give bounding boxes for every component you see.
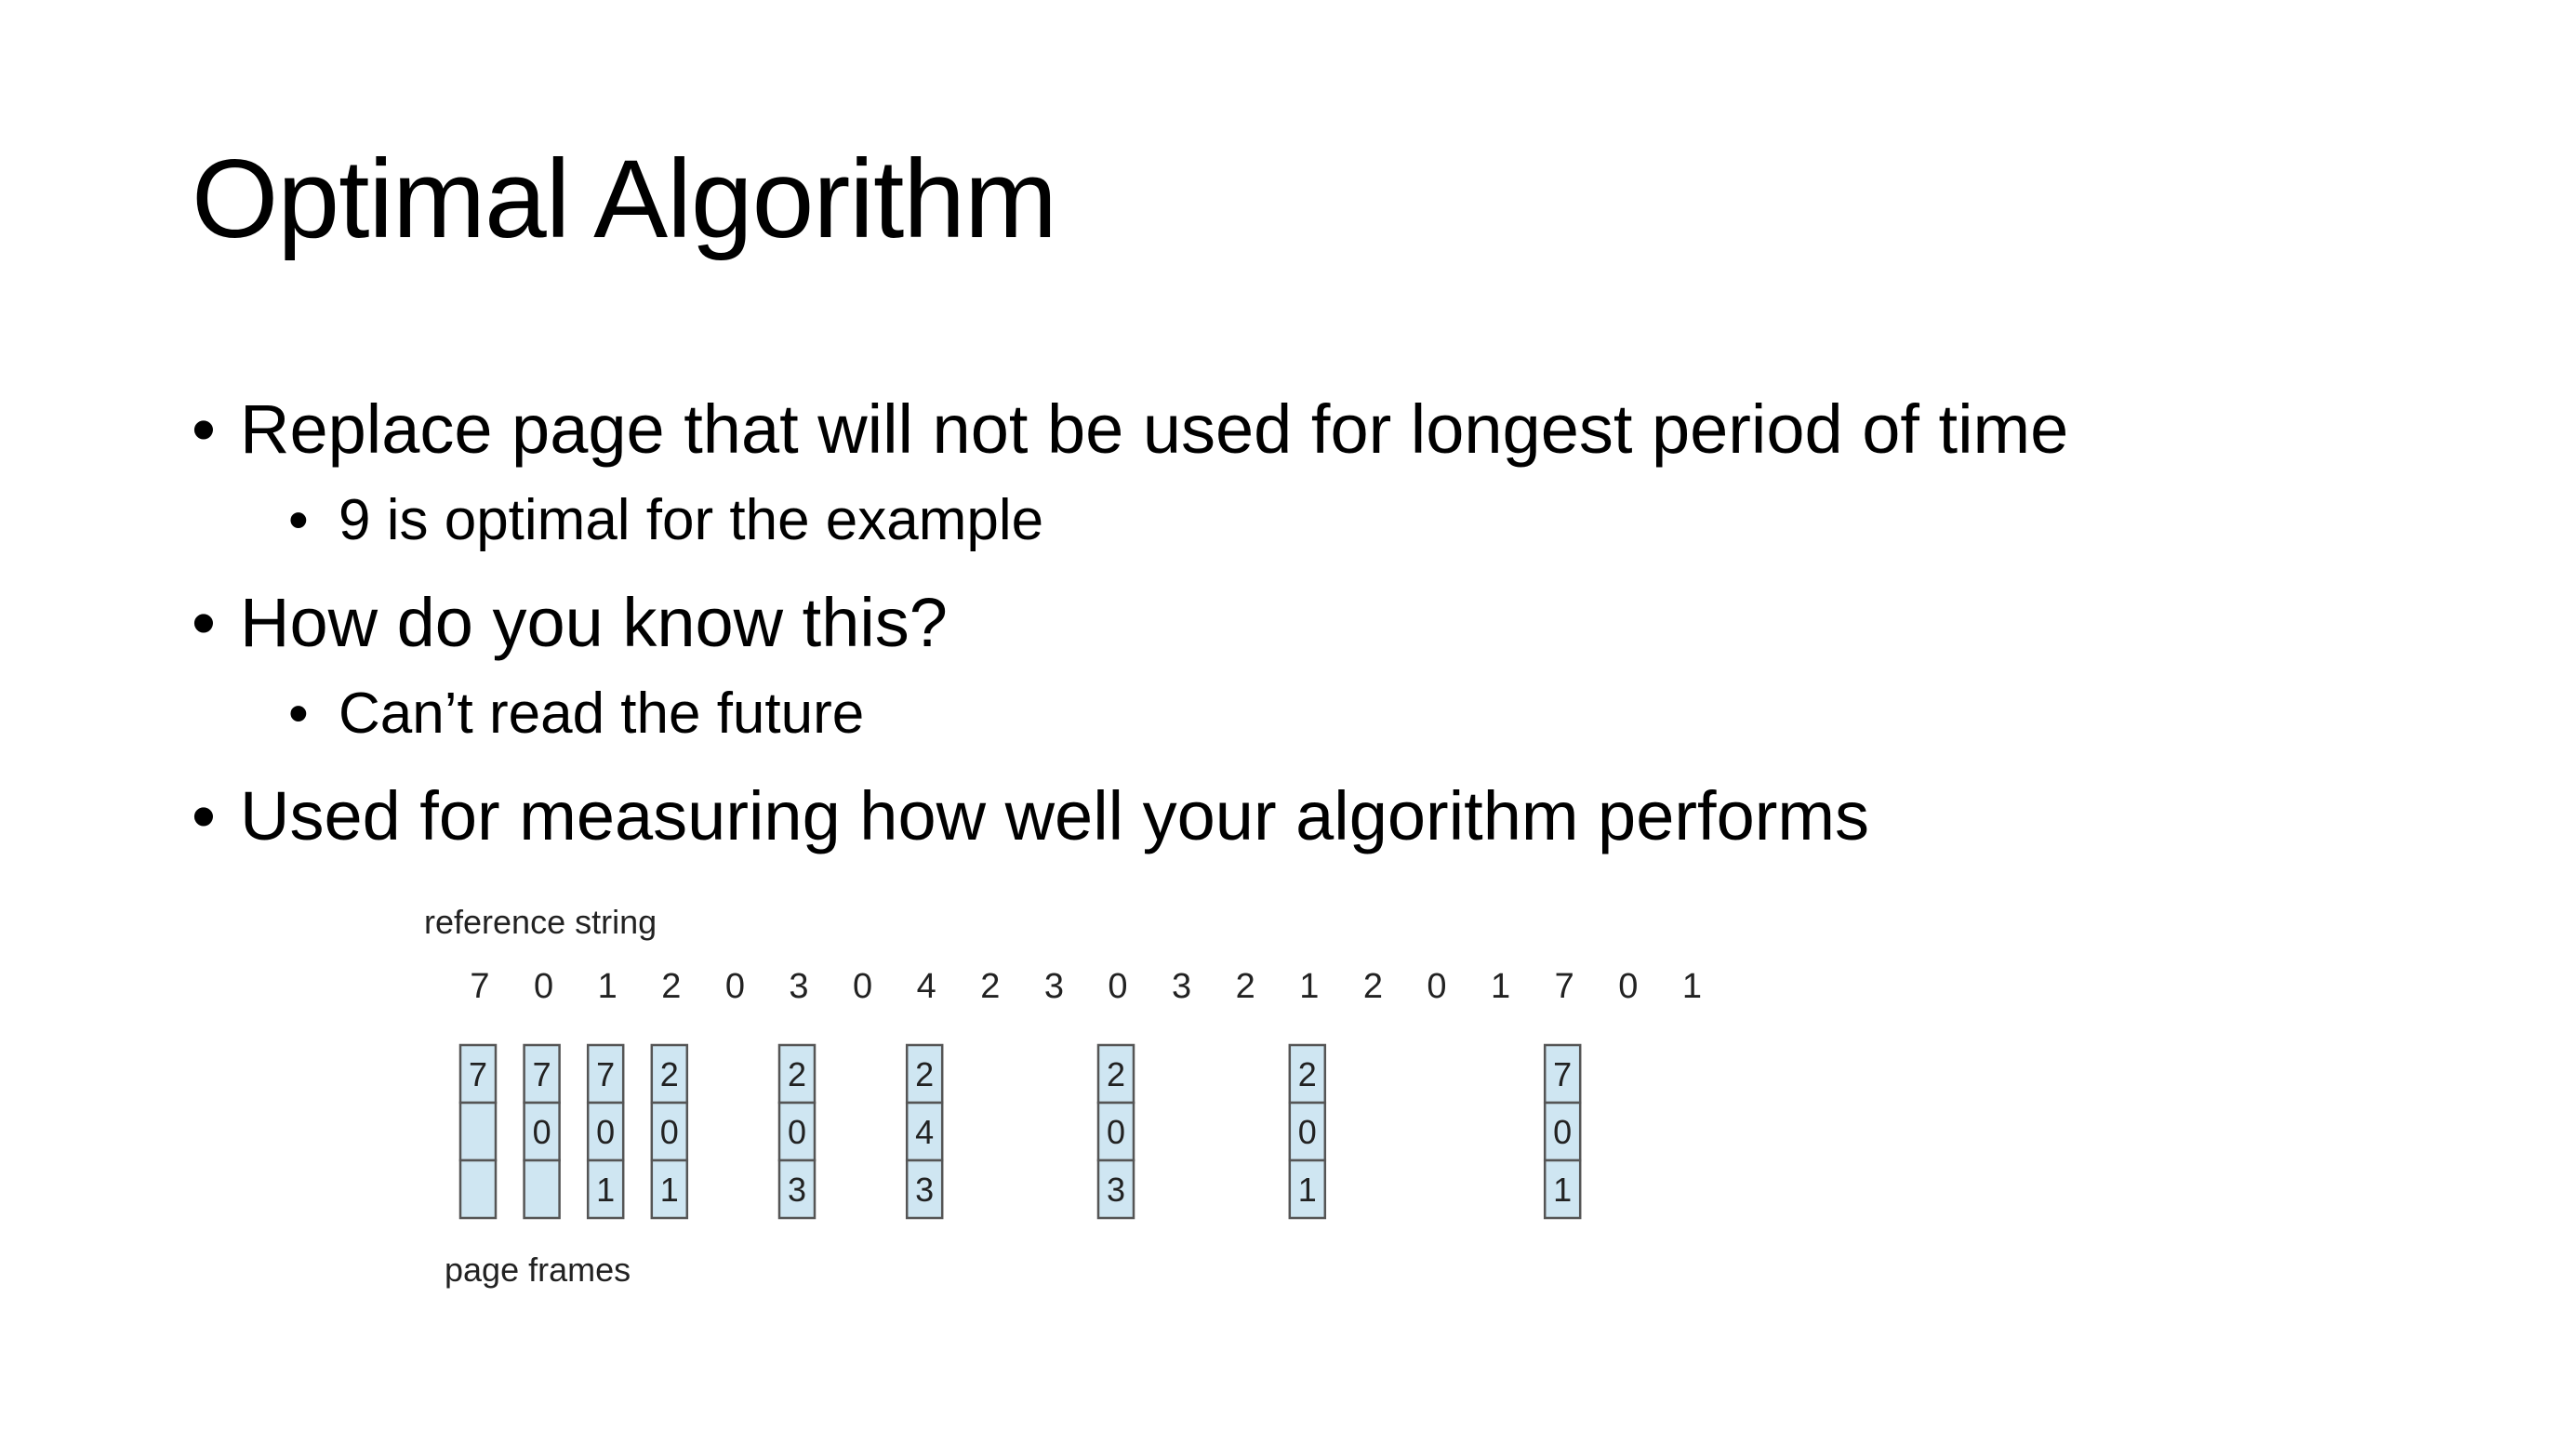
frame-value: 0 — [1298, 1113, 1317, 1151]
frame-value: 7 — [1553, 1055, 1572, 1093]
reference-value: 0 — [1108, 967, 1127, 1006]
frame-value: 7 — [469, 1055, 487, 1093]
frame-value: 0 — [788, 1113, 806, 1151]
frame-value: 0 — [596, 1113, 615, 1151]
frame-value: 2 — [915, 1055, 934, 1093]
reference-value: 0 — [534, 967, 553, 1006]
bullet-text: Replace page that will not be used for l… — [240, 391, 2069, 468]
frame-value: 0 — [1553, 1113, 1572, 1151]
frame-value: 1 — [596, 1171, 615, 1209]
frame-value: 0 — [533, 1113, 551, 1151]
bullet-glyph: • — [288, 488, 309, 552]
reference-value: 2 — [1236, 967, 1255, 1006]
frame-cell — [650, 1101, 689, 1162]
frame-cell — [586, 1043, 625, 1105]
reference-value: 3 — [789, 967, 808, 1006]
reference-value: 2 — [1363, 967, 1383, 1006]
reference-value: 7 — [1555, 967, 1574, 1006]
frame-cell — [1288, 1043, 1327, 1105]
frame-value: 2 — [660, 1055, 679, 1093]
frame-cell — [1096, 1101, 1135, 1162]
frame-value: 7 — [596, 1055, 615, 1093]
frame-value: 2 — [788, 1055, 806, 1093]
bullet-glyph: • — [192, 391, 216, 468]
bullet-glyph: • — [192, 584, 216, 661]
page-frames-label: page frames — [445, 1251, 631, 1289]
frame-cell — [777, 1043, 817, 1105]
frame-cell — [777, 1101, 817, 1162]
frame-column: 2 0 1 — [650, 1043, 689, 1220]
reference-value: 0 — [853, 967, 872, 1006]
frame-value: 1 — [1298, 1171, 1317, 1209]
frame-cell — [458, 1158, 498, 1220]
reference-value: 1 — [1299, 967, 1319, 1006]
frame-value: 0 — [660, 1113, 679, 1151]
reference-value: 1 — [1682, 967, 1702, 1006]
bullet-text: Used for measuring how well your algorit… — [240, 777, 1870, 854]
frame-cell — [523, 1101, 561, 1162]
frame-cell — [905, 1101, 944, 1162]
reference-value: 3 — [1044, 967, 1064, 1006]
frame-column: 2 4 3 — [905, 1043, 944, 1220]
frame-cell — [1096, 1043, 1135, 1105]
frame-column: 2 0 3 — [1096, 1043, 1135, 1220]
frame-cell — [905, 1158, 944, 1220]
frame-cell — [650, 1043, 689, 1105]
reference-value: 0 — [1427, 967, 1446, 1006]
frame-column: 7 0 1 — [586, 1043, 625, 1220]
bullet-text: 9 is optimal for the example — [339, 488, 1044, 552]
slide-title: Optimal Algorithm — [192, 137, 1057, 261]
frame-cell — [458, 1101, 498, 1162]
frame-value: 7 — [533, 1055, 551, 1093]
frame-column: 7 0 1 — [1543, 1043, 1582, 1220]
reference-value: 1 — [1491, 967, 1510, 1006]
frame-value: 3 — [788, 1171, 806, 1209]
frame-column: 2 0 1 — [1288, 1043, 1327, 1220]
frame-column: 2 0 3 — [777, 1043, 817, 1220]
reference-value: 2 — [980, 967, 1000, 1006]
frame-cell — [1543, 1043, 1582, 1105]
bullet-glyph: • — [288, 682, 309, 746]
frame-cell — [586, 1101, 625, 1162]
frame-cell — [650, 1158, 689, 1220]
reference-string-label: reference string — [424, 903, 657, 941]
reference-value: 7 — [470, 967, 489, 1006]
bullet-text: Can’t read the future — [339, 682, 865, 746]
frame-column: 7 — [458, 1043, 498, 1220]
frame-value: 0 — [1107, 1113, 1125, 1151]
reference-value: 4 — [917, 967, 936, 1006]
frame-cell — [1543, 1101, 1582, 1162]
frame-column: 70 — [523, 1043, 561, 1220]
reference-value: 1 — [598, 967, 617, 1006]
frame-cell — [523, 1158, 561, 1220]
frame-cell — [458, 1043, 498, 1105]
frame-cell — [523, 1043, 561, 1105]
frame-cell — [777, 1158, 817, 1220]
frame-cell — [586, 1158, 625, 1220]
frame-cell — [1288, 1101, 1327, 1162]
bullet-text: How do you know this? — [240, 584, 948, 661]
reference-value: 3 — [1172, 967, 1191, 1006]
frame-cell — [905, 1043, 944, 1105]
frame-cell — [1543, 1158, 1582, 1220]
frame-cell — [1288, 1158, 1327, 1220]
reference-value: 0 — [725, 967, 745, 1006]
frame-value: 2 — [1298, 1055, 1317, 1093]
frame-cell — [1096, 1158, 1135, 1220]
frame-columns: 7 70701201203243203201701 — [458, 1043, 1582, 1220]
frame-value: 2 — [1107, 1055, 1125, 1093]
frame-value: 4 — [915, 1113, 934, 1151]
frame-value: 1 — [1553, 1171, 1572, 1209]
frame-value: 1 — [660, 1171, 679, 1209]
frame-value: 3 — [1107, 1171, 1125, 1209]
frame-value: 3 — [915, 1171, 934, 1209]
reference-value: 2 — [661, 967, 681, 1006]
reference-value: 0 — [1618, 967, 1638, 1006]
reference-string-row: 7 0 1 2 0 3 0 4 2 3 0 3 2 1 2 0 1 7 0 1 — [470, 967, 1702, 1006]
bullet-glyph: • — [192, 777, 216, 854]
